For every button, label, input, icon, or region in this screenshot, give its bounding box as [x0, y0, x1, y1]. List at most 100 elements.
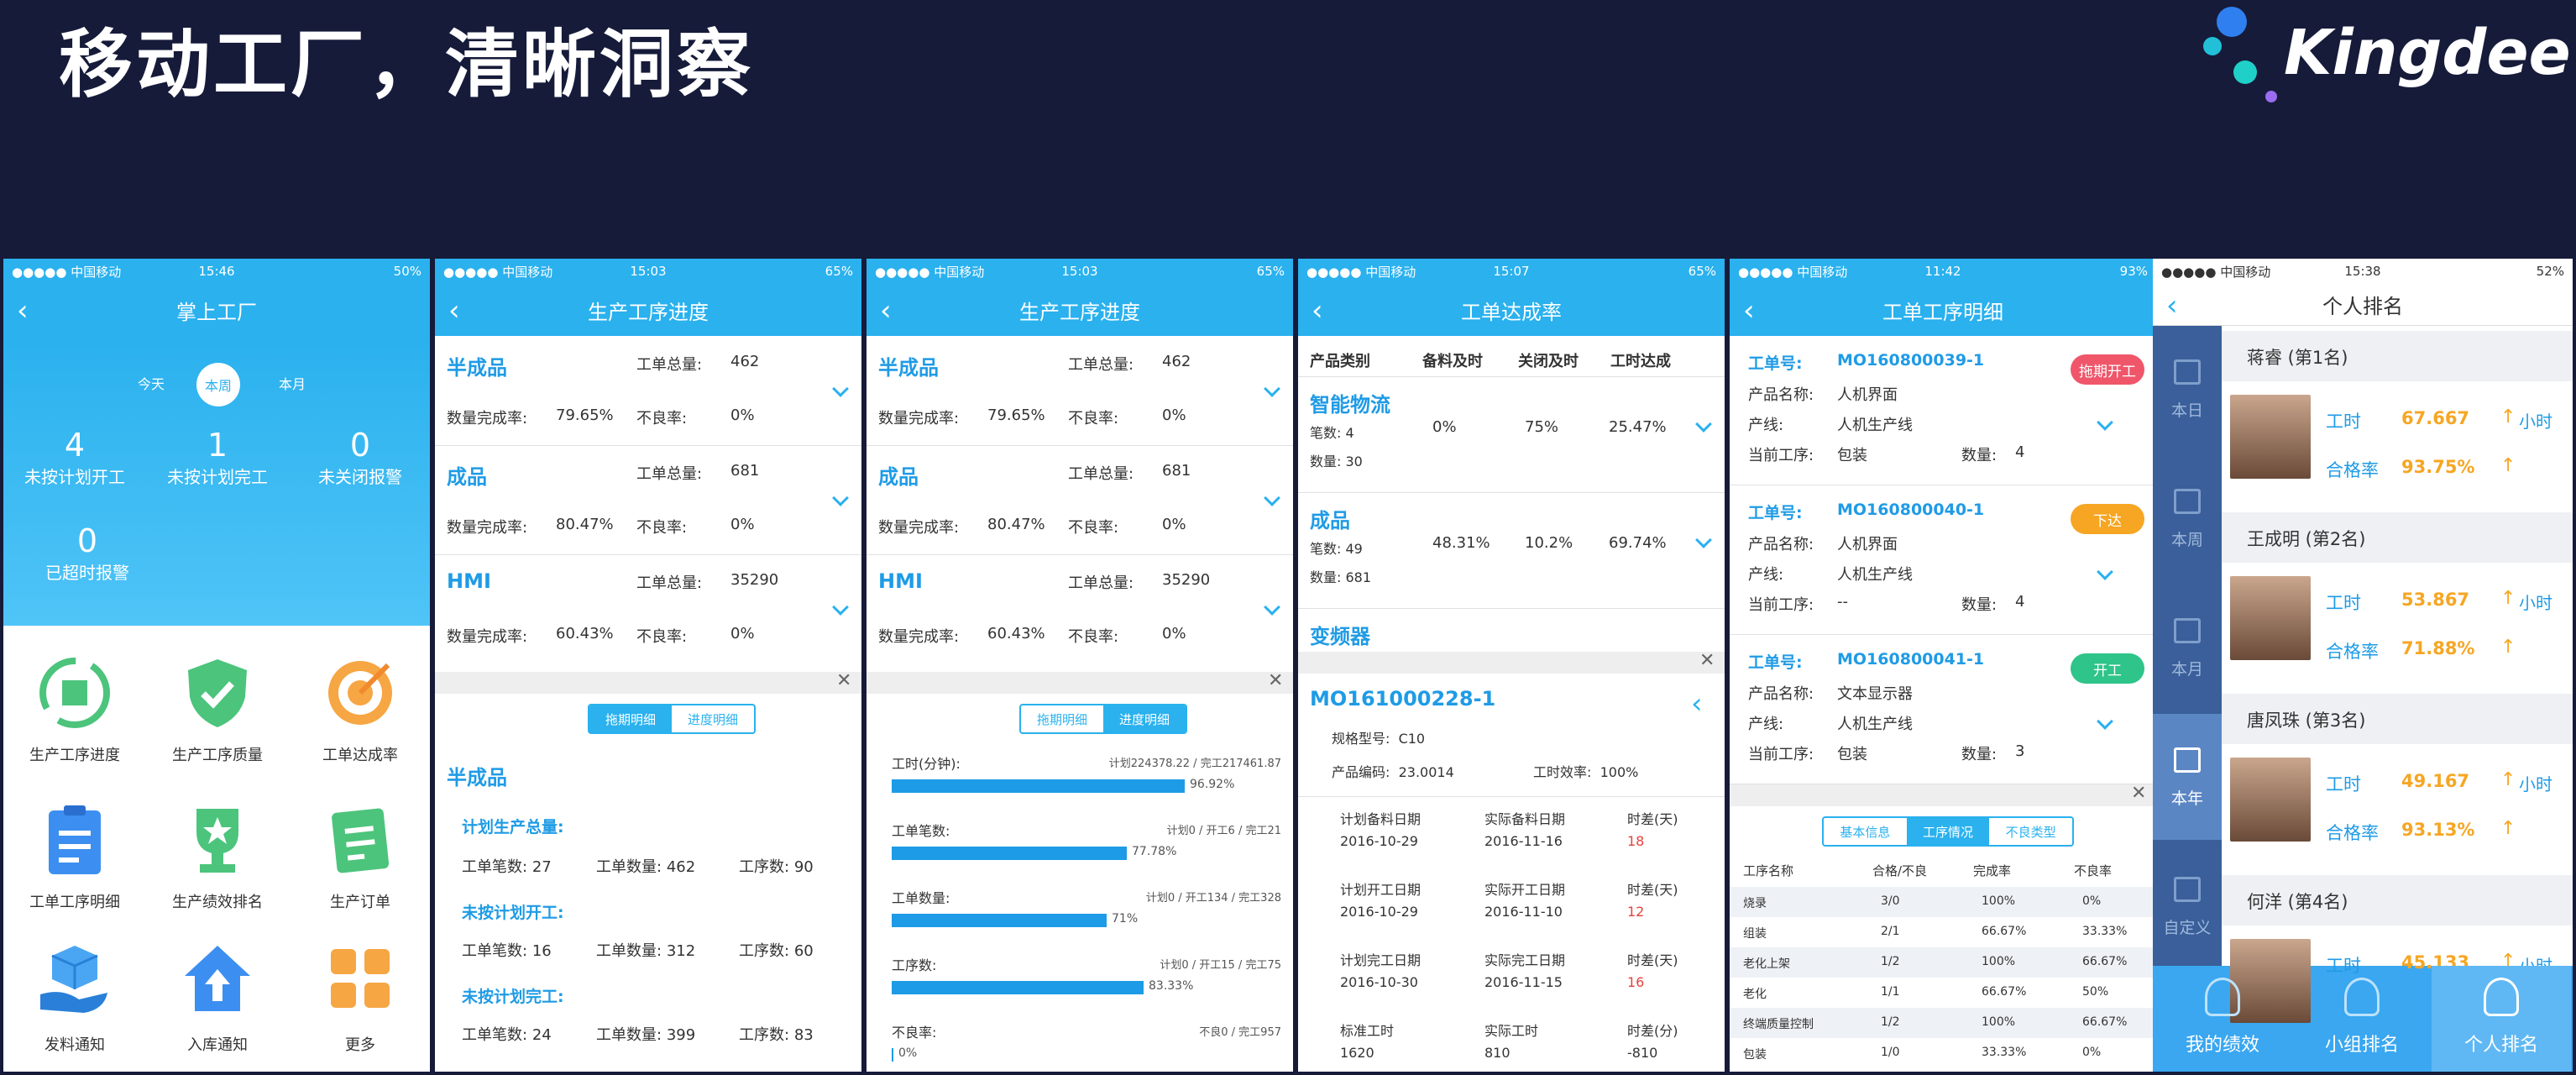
tab-month[interactable]: 本月: [279, 373, 306, 393]
summary-card[interactable]: 半成品 工单总量: 462 数量完成率: 79.65% 不良率: 0%: [867, 336, 1293, 445]
chevron-down-icon[interactable]: [2097, 564, 2113, 580]
sidebar-item[interactable]: 自定义: [2153, 843, 2222, 969]
tab-progress-detail[interactable]: 进度明细: [672, 705, 754, 732]
value: 10.2%: [1525, 534, 1573, 552]
bar-detail: 计划224378.22 / 完工217461.87: [1108, 758, 1281, 770]
grid-item-more[interactable]: 更多: [289, 941, 430, 1072]
chevron-down-icon[interactable]: [2097, 713, 2113, 730]
page-title: 移动工厂，清晰洞察: [59, 21, 755, 108]
tab-delay-detail[interactable]: 拖期明细: [589, 705, 672, 732]
label: 当前工序:: [1748, 746, 1814, 763]
order-card[interactable]: 工单号: MO160800040-1 产品名称: 人机界面 产线: 人机生产线 当前工序: -…: [1730, 485, 2156, 635]
chevron-down-icon[interactable]: [832, 490, 849, 506]
order-card[interactable]: 工单号: MO160800039-1 产品名称: 人机界面 产线: 人机生产线 当前工序: 包…: [1730, 336, 2156, 485]
stat-open-alarm[interactable]: 0 未关闭报警: [289, 427, 430, 488]
bottom-tab[interactable]: 小组排名: [2292, 966, 2432, 1072]
grid-label: 生产订单: [330, 894, 390, 911]
back-icon[interactable]: ‹: [1743, 294, 1755, 328]
table-cell: 2/1: [1881, 925, 1900, 938]
tab-today[interactable]: 今天: [138, 373, 165, 393]
back-icon[interactable]: ‹: [880, 294, 892, 328]
back-icon[interactable]: ‹: [2166, 289, 2178, 322]
bar-label: 工序数:: [892, 957, 937, 973]
grid-item-material-notice[interactable]: 发料通知: [3, 941, 146, 1072]
close-icon[interactable]: ✕: [2131, 783, 2146, 804]
back-icon[interactable]: ‹: [17, 294, 29, 328]
grid-item-performance-rank[interactable]: 生产绩效排名: [146, 794, 289, 936]
close-icon[interactable]: ✕: [1268, 670, 1283, 691]
value: 79.65%: [556, 406, 614, 424]
grid-item-process-progress[interactable]: 生产工序进度: [3, 647, 146, 789]
sidebar-label: 本日: [2170, 401, 2203, 420]
date-value: 16: [1627, 974, 1645, 990]
tab-0[interactable]: 基本信息: [1824, 818, 1907, 845]
bottom-tab[interactable]: 个人排名: [2432, 966, 2571, 1072]
col-header: 工序名称: [1743, 863, 1794, 878]
order-card[interactable]: 工单号: MO160800041-1 产品名称: 文本显示器 产线: 人机生产线 当前工序:…: [1730, 635, 2156, 784]
stat-not-started[interactable]: 4 未按计划开工: [3, 427, 146, 488]
summary-card[interactable]: 半成品 工单总量: 462 数量完成率: 79.65% 不良率: 0%: [435, 336, 861, 445]
summary-card[interactable]: HMI 工单总量: 35290 数量完成率: 60.43% 不良率: 0%: [435, 554, 861, 663]
category-row[interactable]: 智能物流 0% 75% 25.47% 笔数: 4 数量: 30: [1298, 376, 1725, 492]
chevron-down-icon[interactable]: [1264, 490, 1280, 506]
bar-percent: 71%: [1112, 912, 1139, 926]
sidebar-item[interactable]: 本年: [2153, 714, 2222, 840]
sidebar-item[interactable]: 本日: [2153, 326, 2222, 452]
summary-card[interactable]: HMI 工单总量: 35290 数量完成率: 60.43% 不良率: 0%: [867, 554, 1293, 663]
label: 不良率:: [1068, 628, 1119, 646]
tab-progress-detail[interactable]: 进度明细: [1103, 705, 1186, 732]
progress-bar: [892, 847, 1127, 860]
arrow-up-icon: ↑: [2500, 637, 2516, 658]
bar-label: 工单笔数:: [892, 823, 950, 839]
back-icon[interactable]: ‹: [448, 294, 460, 328]
phone-personal-rank: ●●●●● 中国移动 15:38 52% ‹ 个人排名 本日 本周 本月 本年 自定义 蒋睿 (…: [2153, 259, 2573, 1072]
bar-label: 工时(分钟):: [892, 756, 961, 772]
value: 35290: [730, 571, 779, 589]
chevron-down-icon[interactable]: [832, 599, 849, 616]
collapse-icon[interactable]: ‹: [1691, 687, 1703, 721]
category-row[interactable]: 成品 48.31% 10.2% 69.74% 笔数: 49 数量: 681: [1298, 492, 1725, 608]
arrow-up-icon: ↑: [2500, 455, 2516, 476]
date-header: 时差(天): [1627, 811, 1678, 827]
chevron-down-icon[interactable]: [1695, 532, 1712, 548]
summary-card[interactable]: 成品 工单总量: 681 数量完成率: 80.47% 不良率: 0%: [435, 445, 861, 554]
grid-item-process-quality[interactable]: 生产工序质量: [146, 647, 289, 789]
row-label: 工序数: 83: [739, 1026, 814, 1044]
tab-2[interactable]: 不良类型: [1989, 818, 2072, 845]
label: 产品名称:: [1748, 536, 1814, 553]
chevron-down-icon[interactable]: [2097, 414, 2113, 431]
separator-bar: [435, 672, 861, 694]
label: 工单总量:: [1068, 465, 1134, 483]
sidebar-item[interactable]: 本月: [2153, 585, 2222, 711]
tab-1[interactable]: 工序情况: [1906, 818, 1990, 845]
sidebar-item[interactable]: 本周: [2153, 455, 2222, 581]
tab-week[interactable]: 本周: [196, 363, 240, 406]
chevron-down-icon[interactable]: [1264, 599, 1280, 616]
stat-not-finished[interactable]: 1 未按计划完工: [146, 427, 289, 488]
value: 0%: [730, 516, 755, 533]
bar-label: 工单数量:: [892, 890, 950, 906]
grid-item-order-detail[interactable]: 工单工序明细: [3, 794, 146, 936]
grid-item-production-order[interactable]: 生产订单: [289, 794, 430, 936]
progress-bar: [892, 779, 1185, 793]
stat-overdue-alarm[interactable]: 0 已超时报警: [3, 522, 171, 584]
close-icon[interactable]: ✕: [836, 670, 851, 691]
close-icon[interactable]: ✕: [1699, 650, 1715, 671]
grid-label: 工单工序明细: [29, 894, 120, 911]
label: 工单总量:: [636, 574, 703, 592]
grid-item-storage-notice[interactable]: 入库通知: [146, 941, 289, 1072]
bottom-tab[interactable]: 我的绩效: [2153, 966, 2292, 1072]
current-process: 包装: [1837, 746, 1867, 763]
table-cell: 1/1: [1881, 985, 1900, 999]
product-name: 人机界面: [1837, 536, 1898, 553]
grid-item-order-rate[interactable]: 工单达成率: [289, 647, 430, 789]
summary-card[interactable]: 成品 工单总量: 681 数量完成率: 80.47% 不良率: 0%: [867, 445, 1293, 554]
chevron-down-icon[interactable]: [832, 380, 849, 397]
product-name: 文本显示器: [1837, 685, 1913, 703]
chevron-down-icon[interactable]: [1695, 416, 1712, 433]
tab-delay-detail[interactable]: 拖期明细: [1021, 705, 1103, 732]
date-value: 2016-10-29: [1340, 904, 1418, 920]
unit: 小时: [2519, 774, 2552, 794]
back-icon[interactable]: ‹: [1312, 294, 1323, 328]
chevron-down-icon[interactable]: [1264, 380, 1280, 397]
